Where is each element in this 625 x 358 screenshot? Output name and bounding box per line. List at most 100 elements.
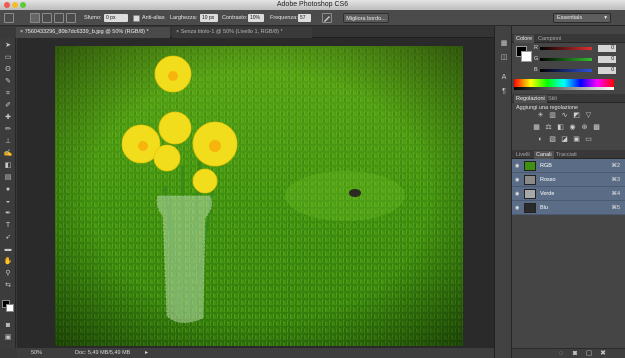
tab-layers[interactable]: Livelli — [514, 151, 532, 159]
eyedropper-tool-icon[interactable]: ✐ — [3, 102, 13, 110]
zoom-tool-icon[interactable]: ⚲ — [3, 270, 13, 278]
new-channel-icon[interactable]: ▢ — [584, 350, 594, 358]
channel-row-green[interactable]: ◉ Verde ⌘4 — [512, 187, 625, 201]
background-color-swatch[interactable] — [6, 304, 14, 312]
invert-icon[interactable]: ◐ — [536, 136, 545, 144]
tab-close-icon[interactable]: × — [176, 29, 179, 35]
channel-row-rgb[interactable]: ◉ RGB ⌘2 — [512, 159, 625, 173]
eye-icon[interactable]: ◉ — [515, 163, 521, 169]
red-slider[interactable]: R 0 — [534, 45, 622, 52]
selective-color-icon[interactable]: ▣ — [572, 136, 581, 144]
marquee-tool-icon[interactable]: ▭ — [3, 54, 13, 62]
shape-tool-icon[interactable]: ▬ — [3, 246, 13, 254]
tab-swatches[interactable]: Campioni — [536, 35, 563, 43]
hand-tool-icon[interactable]: ✋ — [3, 258, 13, 266]
background-color-chip[interactable] — [521, 51, 532, 62]
red-value[interactable]: 0 — [598, 45, 616, 52]
channel-shortcut: ⌘3 — [611, 177, 620, 183]
blue-track[interactable] — [540, 69, 592, 72]
eye-icon[interactable]: ◉ — [515, 191, 521, 197]
document-image[interactable] — [55, 46, 463, 346]
channel-name: RGB — [540, 163, 552, 169]
channel-row-blue[interactable]: ◉ Blu ⌘5 — [512, 201, 625, 215]
contrast-input[interactable]: 10% — [248, 14, 264, 22]
levels-icon[interactable]: ▥ — [548, 112, 557, 120]
tab-paths[interactable]: Tracciati — [554, 151, 579, 159]
paragraph-panel-icon[interactable]: ¶ — [499, 88, 509, 96]
green-value[interactable]: 0 — [598, 56, 616, 63]
properties-panel-icon[interactable]: ◫ — [499, 54, 509, 62]
healing-brush-tool-icon[interactable]: ✚ — [3, 114, 13, 122]
swap-colors-icon[interactable]: ⇆ — [3, 282, 13, 290]
lasso-tool-icon[interactable]: ʘ — [3, 66, 13, 74]
intersect-selection-icon[interactable] — [66, 13, 76, 23]
character-panel-icon[interactable]: A — [499, 74, 509, 82]
screen-mode-icon[interactable]: ▣ — [3, 334, 13, 342]
refine-edge-button[interactable]: Migliora bordo... — [343, 13, 389, 23]
path-selection-tool-icon[interactable]: ➶ — [3, 234, 13, 242]
red-track[interactable] — [540, 47, 592, 50]
width-input[interactable]: 10 px — [200, 14, 218, 22]
tablet-pressure-icon[interactable] — [322, 13, 332, 23]
blue-value[interactable]: 0 — [598, 67, 616, 74]
blue-slider[interactable]: B 0 — [534, 67, 622, 74]
grayscale-ramp[interactable] — [514, 87, 614, 90]
posterize-icon[interactable]: ▧ — [548, 136, 557, 144]
exposure-icon[interactable]: ◩ — [572, 112, 581, 120]
zoom-level[interactable]: 50% — [31, 350, 42, 356]
quick-selection-tool-icon[interactable]: ✎ — [3, 78, 13, 86]
tab-adjustments[interactable]: Regolazioni — [514, 95, 547, 103]
move-tool-icon[interactable]: ➤ — [3, 42, 13, 50]
type-tool-icon[interactable]: T — [3, 222, 13, 230]
workspace-select[interactable]: Essentials ▾ — [553, 13, 611, 23]
eye-icon[interactable]: ◉ — [515, 205, 521, 211]
tab-document-2[interactable]: × Senza titolo-1 @ 50% (Livello 1, RGB/8… — [172, 27, 312, 38]
photo-filter-icon[interactable]: ◉ — [568, 124, 577, 132]
hue-saturation-icon[interactable]: ▦ — [532, 124, 541, 132]
black-white-icon[interactable]: ◧ — [556, 124, 565, 132]
tab-color[interactable]: Colore — [514, 35, 535, 43]
brightness-contrast-icon[interactable]: ☀ — [536, 112, 545, 120]
antialias-checkbox[interactable] — [133, 15, 140, 22]
vibrance-icon[interactable]: ▽ — [584, 112, 593, 120]
color-lookup-icon[interactable]: ▩ — [592, 124, 601, 132]
crop-tool-icon[interactable]: ⌗ — [3, 90, 13, 98]
eraser-tool-icon[interactable]: ◧ — [3, 162, 13, 170]
eye-icon[interactable]: ◉ — [515, 177, 521, 183]
history-brush-tool-icon[interactable]: ✍ — [3, 150, 13, 158]
green-slider[interactable]: G 0 — [534, 56, 622, 63]
tab-styles[interactable]: Stili — [546, 95, 559, 103]
dodge-tool-icon[interactable]: ◒ — [3, 198, 13, 206]
adjustments-heading: Aggiungi una regolazione — [516, 105, 579, 111]
tab-close-icon[interactable]: × — [20, 29, 23, 35]
delete-channel-icon[interactable]: ✖ — [598, 350, 608, 358]
brush-tool-icon[interactable]: ✏ — [3, 126, 13, 134]
load-channel-selection-icon[interactable]: ◌ — [556, 350, 566, 358]
feather-input[interactable]: 0 px — [104, 14, 128, 22]
threshold-icon[interactable]: ◪ — [560, 136, 569, 144]
color-balance-icon[interactable]: ⚖ — [544, 124, 553, 132]
frequency-input[interactable]: 57 — [298, 14, 311, 22]
clone-stamp-tool-icon[interactable]: ⊥ — [3, 138, 13, 146]
blur-tool-icon[interactable]: ● — [3, 186, 13, 194]
canvas-area[interactable] — [17, 38, 494, 347]
new-selection-icon[interactable] — [30, 13, 40, 23]
tab-channels[interactable]: Canali — [534, 151, 554, 159]
green-track[interactable] — [540, 58, 592, 61]
gradient-map-icon[interactable]: ▭ — [584, 136, 593, 144]
info-menu-arrow-icon[interactable]: ▸ — [145, 349, 148, 356]
channel-name: Verde — [540, 191, 555, 197]
color-spectrum-ramp[interactable] — [514, 79, 614, 87]
tool-preset-picker-icon[interactable] — [4, 13, 14, 23]
save-selection-icon[interactable]: ◙ — [570, 350, 580, 358]
channel-row-red[interactable]: ◉ Rosso ⌘3 — [512, 173, 625, 187]
pen-tool-icon[interactable]: ✒ — [3, 210, 13, 218]
add-to-selection-icon[interactable] — [42, 13, 52, 23]
subtract-from-selection-icon[interactable] — [54, 13, 64, 23]
history-panel-icon[interactable]: ▦ — [499, 40, 509, 48]
gradient-tool-icon[interactable]: ▤ — [3, 174, 13, 182]
curves-icon[interactable]: ∿ — [560, 112, 569, 120]
quick-mask-icon[interactable]: ◙ — [3, 322, 13, 330]
channel-mixer-icon[interactable]: ⊛ — [580, 124, 589, 132]
tab-document-1[interactable]: × 7560433296_80b7dc6339_b.jpg @ 50% (RGB… — [16, 27, 170, 38]
